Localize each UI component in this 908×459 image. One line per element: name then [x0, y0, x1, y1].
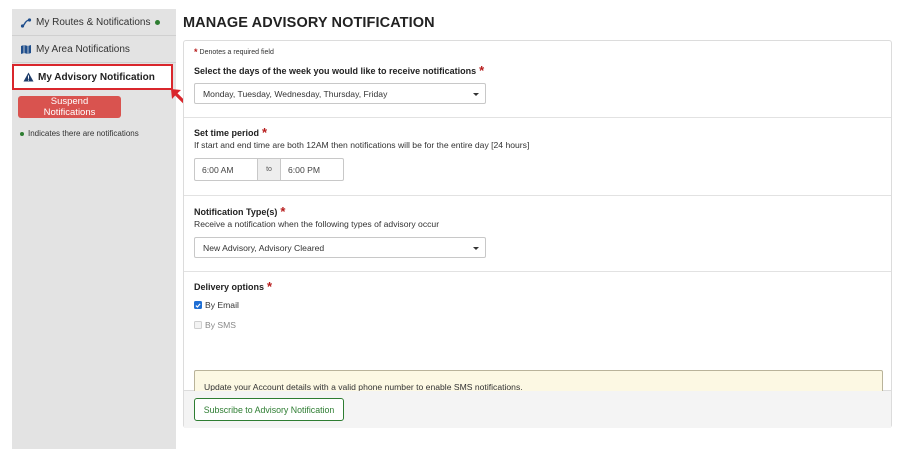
notification-types-label: Notification Type(s) *: [194, 204, 285, 219]
sms-option[interactable]: By SMS: [194, 320, 236, 330]
notification-legend: Indicates there are notifications: [20, 129, 139, 138]
days-section: * Denotes a required field Select the da…: [184, 41, 891, 118]
notification-indicator-dot: [154, 20, 160, 25]
required-asterisk-icon: *: [262, 125, 268, 140]
notification-types-section: Notification Type(s) * Receive a notific…: [184, 196, 891, 272]
email-option[interactable]: By Email: [194, 300, 239, 310]
notification-types-select[interactable]: New Advisory, Advisory Cleared: [194, 237, 486, 258]
required-note: * Denotes a required field: [194, 47, 274, 57]
time-period-section: Set time period * If start and end time …: [184, 118, 891, 196]
email-option-label: By Email: [205, 300, 239, 310]
form-footer: Subscribe to Advisory Notification: [184, 391, 891, 428]
chevron-down-icon: [473, 93, 479, 96]
required-note-text: Denotes a required field: [199, 48, 274, 56]
sidebar-item-area[interactable]: My Area Notifications: [12, 37, 176, 63]
chevron-down-icon: [473, 247, 479, 250]
days-label: Select the days of the week you would li…: [194, 63, 484, 78]
map-icon: [20, 44, 32, 56]
sidebar-item-label: My Advisory Notification: [38, 71, 155, 83]
days-select-value: Monday, Tuesday, Wednesday, Thursday, Fr…: [203, 88, 388, 99]
days-select[interactable]: Monday, Tuesday, Wednesday, Thursday, Fr…: [194, 83, 486, 104]
route-icon: [20, 17, 32, 29]
sidebar: My Routes & Notifications My Area Notifi…: [12, 9, 176, 449]
delivery-options-label: Delivery options *: [194, 279, 272, 294]
time-period-label-text: Set time period: [194, 127, 260, 138]
time-period-help: If start and end time are both 12AM then…: [194, 140, 530, 150]
time-period-label: Set time period *: [194, 125, 267, 140]
required-asterisk-icon: *: [194, 47, 198, 57]
subscribe-button[interactable]: Subscribe to Advisory Notification: [194, 398, 344, 421]
advisory-form-panel: * Denotes a required field Select the da…: [183, 40, 892, 428]
sms-checkbox[interactable]: [194, 321, 202, 329]
sidebar-item-routes[interactable]: My Routes & Notifications: [12, 10, 176, 36]
sidebar-item-advisory[interactable]: My Advisory Notification: [12, 64, 173, 90]
time-range: 6:00 AM to 6:00 PM: [194, 158, 344, 181]
end-time-input[interactable]: 6:00 PM: [280, 158, 344, 181]
notification-types-select-value: New Advisory, Advisory Cleared: [203, 242, 325, 253]
suspend-notifications-button[interactable]: Suspend Notifications: [18, 96, 121, 118]
delivery-options-section: Delivery options * By Email By SMS Updat…: [184, 272, 891, 403]
sidebar-item-label: My Routes & Notifications: [36, 17, 151, 28]
time-range-separator: to: [258, 158, 280, 181]
sms-option-label: By SMS: [205, 320, 237, 330]
check-icon: [195, 303, 201, 308]
days-label-text: Select the days of the week you would li…: [194, 65, 477, 76]
notification-types-label-text: Notification Type(s): [194, 206, 278, 217]
warning-icon: [22, 71, 34, 83]
page-title: MANAGE ADVISORY NOTIFICATION: [183, 15, 435, 31]
required-asterisk-icon: *: [267, 279, 273, 294]
required-asterisk-icon: *: [280, 204, 286, 219]
legend-dot: [20, 131, 24, 136]
sidebar-item-label: My Area Notifications: [36, 44, 130, 55]
delivery-options-label-text: Delivery options: [194, 281, 265, 292]
start-time-input[interactable]: 6:00 AM: [194, 158, 258, 181]
legend-text: Indicates there are notifications: [28, 129, 139, 138]
email-checkbox[interactable]: [194, 301, 202, 309]
required-asterisk-icon: *: [479, 63, 485, 78]
notification-types-help: Receive a notification when the followin…: [194, 219, 440, 229]
